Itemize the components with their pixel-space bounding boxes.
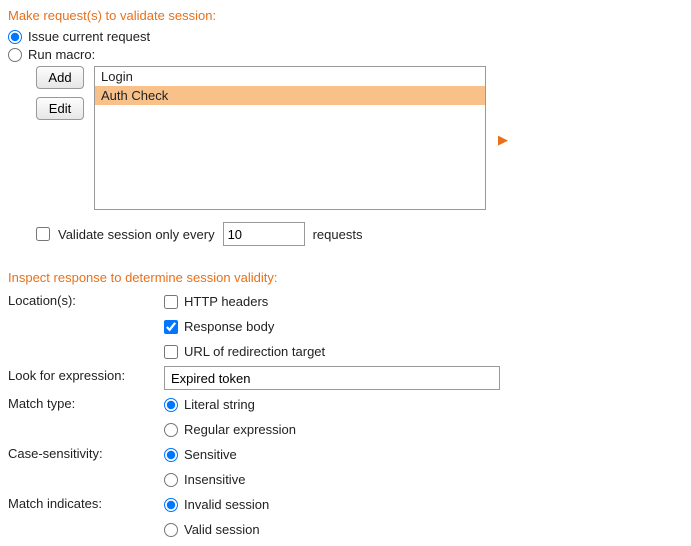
match-type-label: Match type: xyxy=(8,394,158,411)
check-http-headers-label: HTTP headers xyxy=(184,294,268,309)
radio-issue-current-label: Issue current request xyxy=(28,29,150,44)
add-button[interactable]: Add xyxy=(36,66,84,89)
radio-sensitive-label: Sensitive xyxy=(184,447,237,462)
expression-label: Look for expression: xyxy=(8,366,158,383)
list-item[interactable]: Auth Check xyxy=(95,86,485,105)
check-redirection-url[interactable] xyxy=(164,345,178,359)
radio-insensitive[interactable] xyxy=(164,473,178,487)
validate-every-prefix: Validate session only every xyxy=(58,227,215,242)
check-response-body[interactable] xyxy=(164,320,178,334)
radio-run-macro[interactable] xyxy=(8,48,22,62)
radio-regex-label: Regular expression xyxy=(184,422,296,437)
check-response-body-label: Response body xyxy=(184,319,274,334)
radio-literal-label: Literal string xyxy=(184,397,255,412)
validate-every-input[interactable] xyxy=(223,222,305,246)
indicates-label: Match indicates: xyxy=(8,494,158,511)
locations-label: Location(s): xyxy=(8,291,158,308)
radio-regex[interactable] xyxy=(164,423,178,437)
edit-button[interactable]: Edit xyxy=(36,97,84,120)
list-item[interactable]: Login xyxy=(95,67,485,86)
radio-run-macro-label: Run macro: xyxy=(28,47,95,62)
radio-valid[interactable] xyxy=(164,523,178,537)
check-redirection-url-label: URL of redirection target xyxy=(184,344,325,359)
radio-literal[interactable] xyxy=(164,398,178,412)
section-inspect-heading: Inspect response to determine session va… xyxy=(8,270,683,285)
radio-valid-label: Valid session xyxy=(184,522,260,537)
section-validate-heading: Make request(s) to validate session: xyxy=(8,8,683,23)
radio-issue-current[interactable] xyxy=(8,30,22,44)
validate-every-checkbox[interactable] xyxy=(36,227,50,241)
macro-list[interactable]: LoginAuth Check xyxy=(94,66,486,210)
radio-invalid-label: Invalid session xyxy=(184,497,269,512)
radio-invalid[interactable] xyxy=(164,498,178,512)
move-right-icon[interactable]: ▶ xyxy=(498,132,508,148)
case-label: Case-sensitivity: xyxy=(8,444,158,461)
check-http-headers[interactable] xyxy=(164,295,178,309)
radio-sensitive[interactable] xyxy=(164,448,178,462)
expression-input[interactable] xyxy=(164,366,500,390)
radio-insensitive-label: Insensitive xyxy=(184,472,245,487)
validate-every-suffix: requests xyxy=(313,227,363,242)
